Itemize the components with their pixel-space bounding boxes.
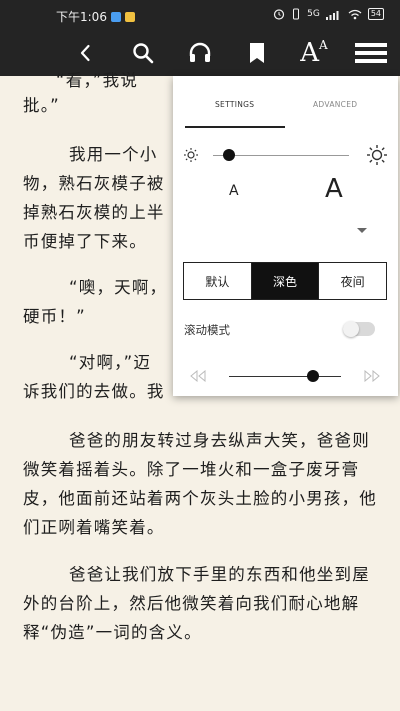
theme-dark-button[interactable]: 深色	[251, 263, 320, 299]
theme-default-button[interactable]: 默认	[184, 263, 252, 299]
message-notification-icon	[110, 11, 121, 22]
active-tab-indicator	[185, 126, 285, 128]
settings-tabs: SETTINGS ADVANCED	[173, 76, 398, 130]
app-notification-icon	[124, 11, 135, 22]
brightness-high-icon	[367, 145, 387, 165]
reading-settings-panel: SETTINGS ADVANCED A A 默认 深色 夜间 滚动模式	[173, 76, 398, 396]
headphones-icon	[189, 42, 211, 62]
status-bar: 下午1:06 5G 54	[0, 0, 400, 30]
chevron-left-icon	[80, 44, 90, 62]
chapter-progress-track[interactable]	[229, 376, 341, 377]
alarm-icon	[274, 9, 285, 20]
theme-selector: 默认 深色 夜间	[183, 262, 387, 300]
tab-settings[interactable]: SETTINGS	[215, 100, 254, 109]
signal-icon	[325, 10, 339, 20]
search-button[interactable]	[127, 37, 159, 69]
font-size-icon-big: A	[300, 38, 320, 68]
font-dropdown-icon[interactable]	[357, 228, 367, 233]
hamburger-menu-icon	[355, 43, 387, 63]
brightness-row	[173, 142, 398, 168]
brightness-low-icon	[184, 148, 198, 162]
status-time: 下午1:06	[56, 10, 107, 24]
theme-night-button[interactable]: 夜间	[319, 263, 386, 299]
status-right: 5G 54	[273, 8, 384, 20]
tab-advanced[interactable]: ADVANCED	[313, 100, 357, 109]
bookmark-button[interactable]	[241, 37, 273, 69]
increase-font-button[interactable]: A	[325, 174, 343, 204]
search-icon	[133, 43, 154, 64]
vibrate-icon	[293, 8, 300, 20]
audio-button[interactable]	[184, 37, 216, 69]
status-left: 下午1:06	[56, 8, 135, 25]
font-size-icon: AA	[300, 38, 327, 68]
next-chapter-icon[interactable]	[363, 370, 381, 382]
brightness-slider-handle[interactable]	[223, 149, 236, 161]
book-paragraph: 爸爸的朋友转过身去纵声大笑，爸爸则微笑着摇着头。除了一堆火和一盒子废牙膏皮，他面…	[23, 431, 377, 537]
battery-level: 54	[367, 8, 384, 20]
chapter-progress-handle[interactable]	[307, 370, 319, 382]
scroll-mode-toggle[interactable]	[343, 321, 375, 337]
font-size-button[interactable]: AA	[298, 37, 330, 69]
chapter-progress-row	[173, 366, 398, 386]
decrease-font-button[interactable]: A	[229, 183, 239, 199]
previous-chapter-icon[interactable]	[189, 370, 207, 382]
menu-button[interactable]	[355, 37, 387, 69]
wifi-icon	[348, 9, 362, 19]
bookmark-icon	[250, 43, 264, 63]
font-size-icon-small: A	[319, 38, 328, 52]
toggle-knob	[343, 321, 359, 337]
book-paragraph: 爸爸让我们放下手里的东西和他坐到屋外的台阶上，然后他微笑着向我们耐心地解释“伪造…	[23, 565, 370, 642]
back-button[interactable]	[70, 37, 102, 69]
scroll-mode-label: 滚动模式	[184, 323, 230, 337]
network-type: 5G	[307, 9, 320, 19]
